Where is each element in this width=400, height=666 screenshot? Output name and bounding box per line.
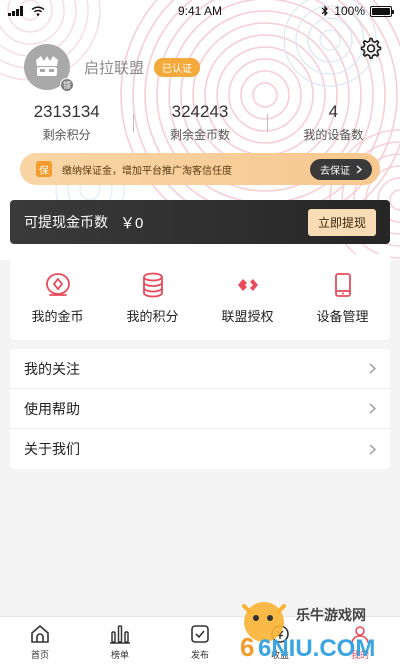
settings-button[interactable] (358, 36, 382, 60)
stat-value: 324243 (171, 102, 229, 121)
chevron-right-icon (369, 363, 376, 374)
battery-icon (370, 5, 394, 17)
battery-percent: 100% (334, 4, 365, 18)
avatar[interactable]: 镖 (24, 44, 74, 92)
gear-icon (360, 37, 382, 59)
withdraw-bar: 可提现金币数 ￥0 立即提现 (10, 200, 390, 244)
feature-label: 联盟授权 (221, 309, 274, 324)
stat-value: 2313134 (33, 102, 100, 121)
publish-icon (191, 624, 209, 643)
feature-my-coins[interactable]: 我的金币 (10, 254, 105, 340)
link-icon (237, 279, 258, 291)
menu-item-label: 使用帮助 (24, 400, 80, 417)
bluetooth-icon (321, 5, 329, 17)
shield-icon: 保 (36, 161, 52, 177)
tab-home[interactable]: 首页 (0, 617, 80, 666)
feature-alliance-auth[interactable]: 联盟授权 (200, 254, 295, 340)
earnings-icon (271, 624, 289, 643)
tab-label: 我的 (350, 649, 369, 660)
menu-item-follows[interactable]: 我的关注 (10, 349, 390, 389)
chevron-right-icon (356, 165, 362, 173)
coin-icon (45, 273, 70, 296)
bottom-tab-bar: 首页 榜单 发布 收益 我的 (0, 616, 400, 666)
feature-device-manage[interactable]: 设备管理 (295, 254, 390, 340)
menu-item-label: 我的关注 (24, 360, 80, 377)
feature-label: 我的积分 (126, 309, 179, 324)
database-icon (142, 272, 163, 298)
level-badge: 镖 (60, 78, 74, 92)
bar-chart-icon (110, 624, 130, 644)
tab-mine[interactable]: 我的 (320, 617, 400, 666)
menu-item-label: 关于我们 (24, 441, 80, 457)
feature-label: 设备管理 (316, 309, 369, 324)
stat-coins[interactable]: 324243 剩余金币数 (133, 102, 266, 143)
verified-badge: 已认证 (154, 57, 201, 77)
username: 启拉联盟 (84, 59, 145, 77)
feature-label: 我的金币 (31, 309, 84, 324)
withdraw-label: 可提现金币数 (24, 214, 108, 230)
tab-label: 发布 (190, 649, 209, 660)
signal-icon (8, 6, 23, 16)
withdraw-amount: ￥0 (120, 214, 144, 232)
stat-label: 剩余金币数 (169, 128, 230, 142)
status-right: 100% (321, 4, 394, 18)
feature-my-points[interactable]: 我的积分 (105, 254, 200, 340)
profile-header: 镖 启拉联盟 已认证 (24, 44, 201, 92)
menu-item-about[interactable]: 关于我们 (10, 429, 390, 469)
stat-points[interactable]: 2313134 剩余积分 (0, 102, 133, 143)
crown-mask-icon (36, 56, 58, 76)
home-icon (31, 624, 49, 643)
status-left (8, 6, 45, 16)
user-icon (351, 625, 369, 643)
tab-label: 收益 (270, 649, 289, 660)
tab-rankings[interactable]: 榜单 (80, 617, 160, 666)
phone-icon (334, 273, 351, 297)
stat-devices[interactable]: 4 我的设备数 (266, 102, 400, 143)
tab-label: 首页 (30, 649, 49, 660)
stat-label: 我的设备数 (303, 128, 364, 142)
menu-list: 我的关注 使用帮助 关于我们 (10, 349, 390, 469)
menu-item-help[interactable]: 使用帮助 (10, 389, 390, 429)
deposit-button[interactable]: 去保证 (310, 158, 372, 180)
tab-publish[interactable]: 发布 (160, 617, 240, 666)
chevron-right-icon (369, 403, 376, 414)
tab-label: 榜单 (110, 649, 129, 660)
stats-row: 2313134 剩余积分 324243 剩余金币数 4 我的设备数 (0, 102, 400, 143)
deposit-text: 缴纳保证金，增加平台推广淘客信任度 (62, 165, 232, 177)
status-bar: 9:41 AM 100% (0, 0, 400, 22)
deposit-button-label: 去保证 (320, 165, 350, 177)
stat-label: 剩余积分 (42, 128, 91, 142)
wifi-icon (31, 6, 45, 16)
stat-value: 4 (328, 102, 339, 121)
tab-earnings[interactable]: 收益 (240, 617, 320, 666)
withdraw-button[interactable]: 立即提现 (307, 208, 376, 236)
feature-grid: 我的金币 我的积分 联盟授权 设备管理 (10, 254, 390, 340)
deposit-banner[interactable]: 保 缴纳保证金，增加平台推广淘客信任度 去保证 (20, 153, 380, 185)
chevron-right-icon (369, 443, 376, 455)
